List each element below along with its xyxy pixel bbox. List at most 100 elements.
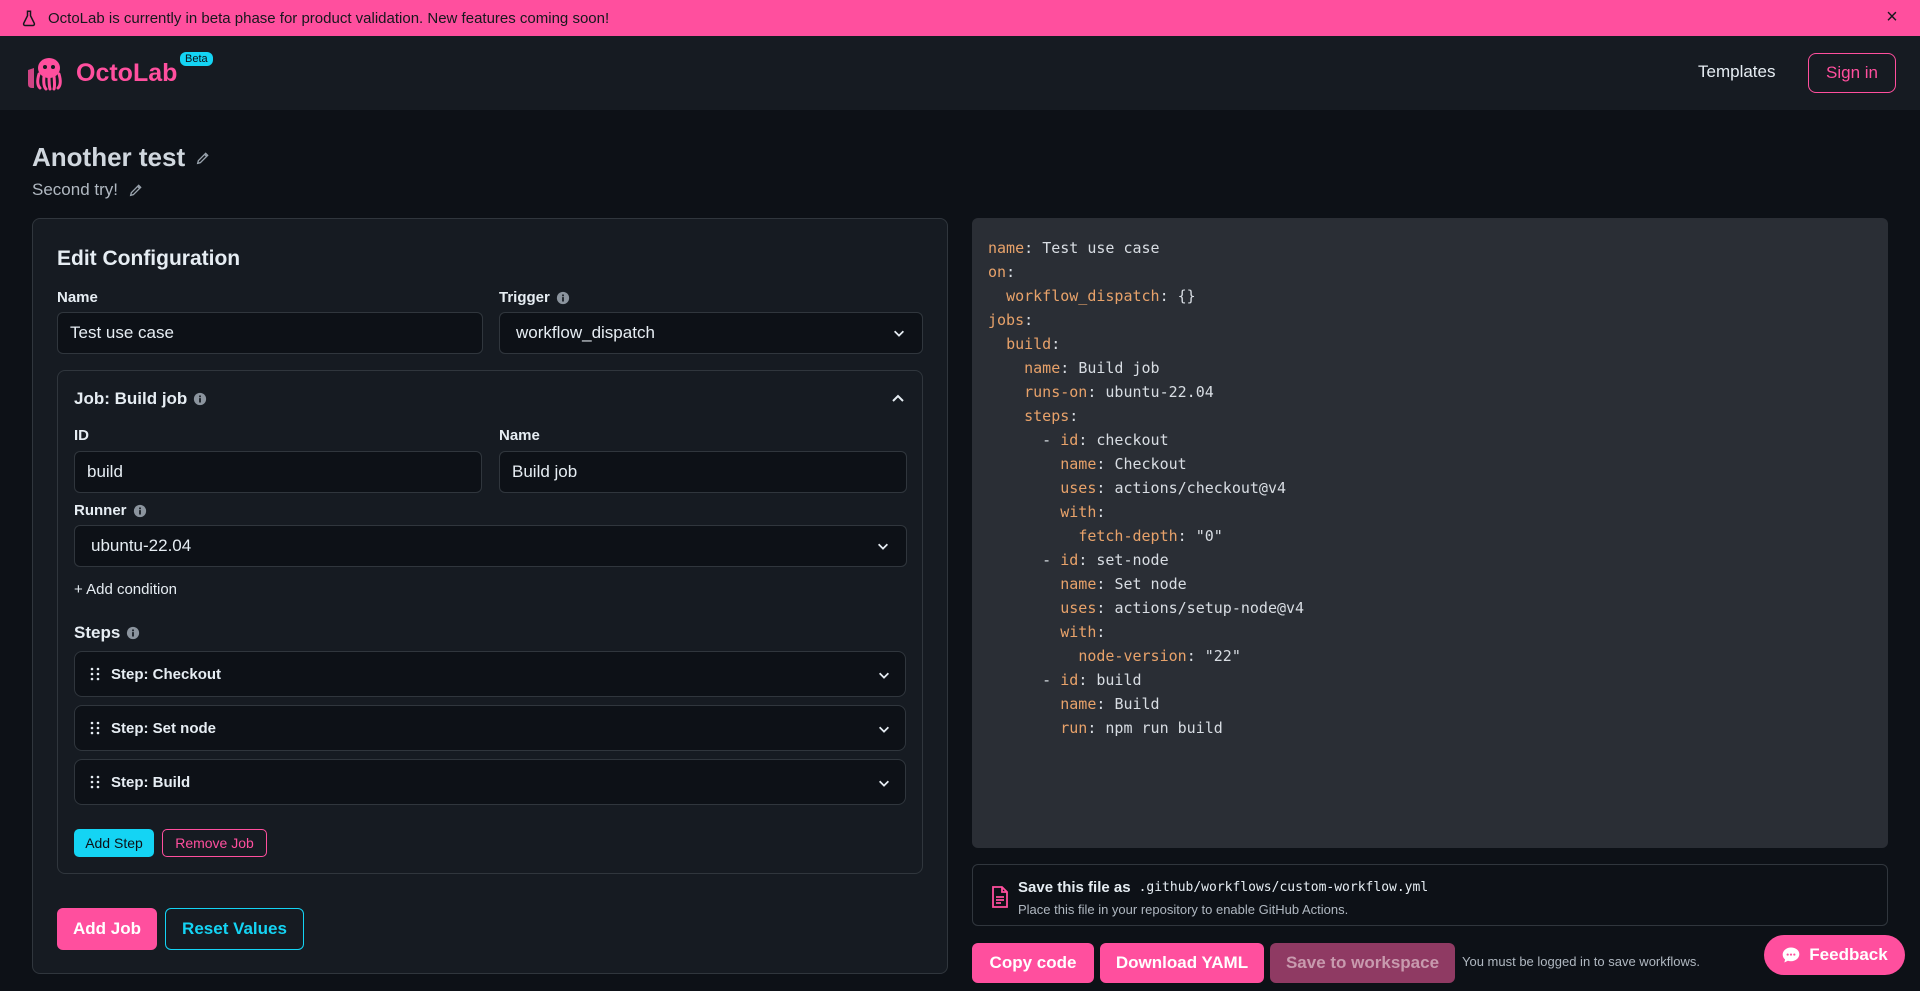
yaml-key: run <box>1060 719 1088 737</box>
yaml-key: fetch-depth <box>1078 527 1178 545</box>
step-item-build[interactable]: Step: Build <box>74 759 906 805</box>
copy-code-button[interactable]: Copy code <box>972 943 1094 983</box>
yaml-value: actions/checkout@v4 <box>1114 479 1287 497</box>
brand-name: OctoLab <box>76 58 178 87</box>
chevron-down-icon[interactable] <box>877 722 891 736</box>
yaml-preview[interactable]: name: Test use case on: workflow_dispatch… <box>972 218 1888 848</box>
feedback-button[interactable]: Feedback <box>1764 935 1905 975</box>
save-file-path: .github/workflows/custom-workflow.yml <box>1138 880 1429 895</box>
workflow-description: Second try! <box>32 180 144 200</box>
yaml-indent <box>988 407 1024 425</box>
edit-description-pencil-icon[interactable] <box>128 182 144 198</box>
info-icon[interactable] <box>193 392 207 406</box>
chevron-down-icon <box>894 330 904 337</box>
download-yaml-button[interactable]: Download YAML <box>1100 943 1264 983</box>
job-name-input[interactable]: Build job <box>499 451 907 493</box>
yaml-key: uses <box>1060 479 1097 497</box>
save-title-text: Save this file as <box>1018 879 1131 896</box>
job-name-label: Name <box>499 427 540 444</box>
yaml-indent <box>988 335 1006 353</box>
save-to-workspace-button[interactable]: Save to workspace <box>1270 943 1455 983</box>
yaml-line: name: Build <box>988 692 1872 716</box>
yaml-key: on <box>988 263 1007 281</box>
yaml-value: actions/setup-node@v4 <box>1114 599 1305 617</box>
yaml-indent <box>988 695 1060 713</box>
yaml-line: on: <box>988 263 1025 281</box>
yaml-indent <box>988 287 1006 305</box>
sign-in-button[interactable]: Sign in <box>1808 53 1896 93</box>
workflow-title: Another test <box>32 142 211 173</box>
chevron-down-icon <box>878 543 888 550</box>
job-name-value: Build job <box>512 462 578 481</box>
yaml-key: name <box>1060 695 1097 713</box>
yaml-value: "22" <box>1204 647 1241 665</box>
info-icon[interactable] <box>126 626 140 640</box>
info-icon[interactable] <box>556 291 570 305</box>
step-item-set-node[interactable]: Step: Set node <box>74 705 906 751</box>
yaml-key: name <box>1060 455 1097 473</box>
trigger-label: Trigger <box>499 289 570 306</box>
yaml-key: id <box>1060 551 1079 569</box>
banner-text: OctoLab is currently in beta phase for p… <box>48 9 610 27</box>
drag-handle-icon[interactable] <box>89 667 101 681</box>
yaml-line: build: <box>988 332 1872 356</box>
edit-title-pencil-icon[interactable] <box>195 150 211 166</box>
yaml-line: steps: <box>988 404 1872 428</box>
chevron-down-icon[interactable] <box>877 776 891 790</box>
drag-handle-icon[interactable] <box>89 721 101 735</box>
yaml-line: with: <box>988 500 1872 524</box>
yaml-key: name <box>1024 359 1061 377</box>
runner-label-text: Runner <box>74 502 127 519</box>
file-icon <box>992 886 1008 908</box>
trigger-select[interactable]: workflow_dispatch <box>499 312 923 354</box>
beta-banner: OctoLab is currently in beta phase for p… <box>0 0 1920 36</box>
beta-badge: Beta <box>180 52 213 66</box>
yaml-key: with <box>1060 623 1097 641</box>
yaml-line: name: Checkout <box>988 452 1872 476</box>
yaml-indent <box>988 623 1060 641</box>
yaml-value: Checkout <box>1114 455 1187 473</box>
feedback-label: Feedback <box>1809 945 1888 964</box>
yaml-indent <box>988 647 1078 665</box>
job-id-label: ID <box>74 427 89 444</box>
drag-handle-icon[interactable] <box>89 775 101 789</box>
yaml-key: id <box>1060 671 1079 689</box>
add-condition-button[interactable]: + Add condition <box>74 581 177 598</box>
logo[interactable]: OctoLab Beta <box>22 52 213 92</box>
flask-icon <box>22 10 36 27</box>
yaml-value: "0" <box>1195 527 1223 545</box>
add-job-button[interactable]: Add Job <box>57 908 157 950</box>
job-id-input[interactable]: build <box>74 451 482 493</box>
yaml-indent: - <box>988 431 1061 449</box>
runner-select-value: ubuntu-22.04 <box>91 536 192 555</box>
yaml-indent <box>988 503 1060 521</box>
runner-select[interactable]: ubuntu-22.04 <box>74 525 907 567</box>
info-icon[interactable] <box>133 504 147 518</box>
yaml-line: workflow_dispatch: {} <box>988 284 1872 308</box>
trigger-select-value: workflow_dispatch <box>516 323 655 342</box>
yaml-indent <box>988 359 1024 377</box>
nav-templates-link[interactable]: Templates <box>1698 62 1775 82</box>
yaml-indent <box>988 479 1060 497</box>
workflow-name-input[interactable]: Test use case <box>57 312 483 354</box>
yaml-indent <box>988 455 1060 473</box>
chevron-up-icon[interactable] <box>890 391 906 407</box>
workflow-description-text: Second try! <box>32 180 118 199</box>
step-label: Step: Build <box>111 773 191 791</box>
yaml-line: runs-on: ubuntu-22.04 <box>988 380 1872 404</box>
add-step-button[interactable]: Add Step <box>74 829 154 857</box>
yaml-key: build <box>1006 335 1052 353</box>
step-label: Step: Checkout <box>111 665 222 683</box>
step-item-checkout[interactable]: Step: Checkout <box>74 651 906 697</box>
yaml-indent <box>988 599 1060 617</box>
yaml-line: uses: actions/checkout@v4 <box>988 476 1872 500</box>
yaml-key: id <box>1060 431 1079 449</box>
reset-values-button[interactable]: Reset Values <box>165 908 304 950</box>
remove-job-button[interactable]: Remove Job <box>162 829 267 857</box>
yaml-value: ubuntu-22.04 <box>1105 383 1214 401</box>
chevron-down-icon[interactable] <box>877 668 891 682</box>
close-banner-icon[interactable]: × <box>1882 7 1902 28</box>
steps-label: Steps <box>74 623 140 643</box>
yaml-key: uses <box>1060 599 1097 617</box>
yaml-line: name: Build job <box>988 356 1872 380</box>
